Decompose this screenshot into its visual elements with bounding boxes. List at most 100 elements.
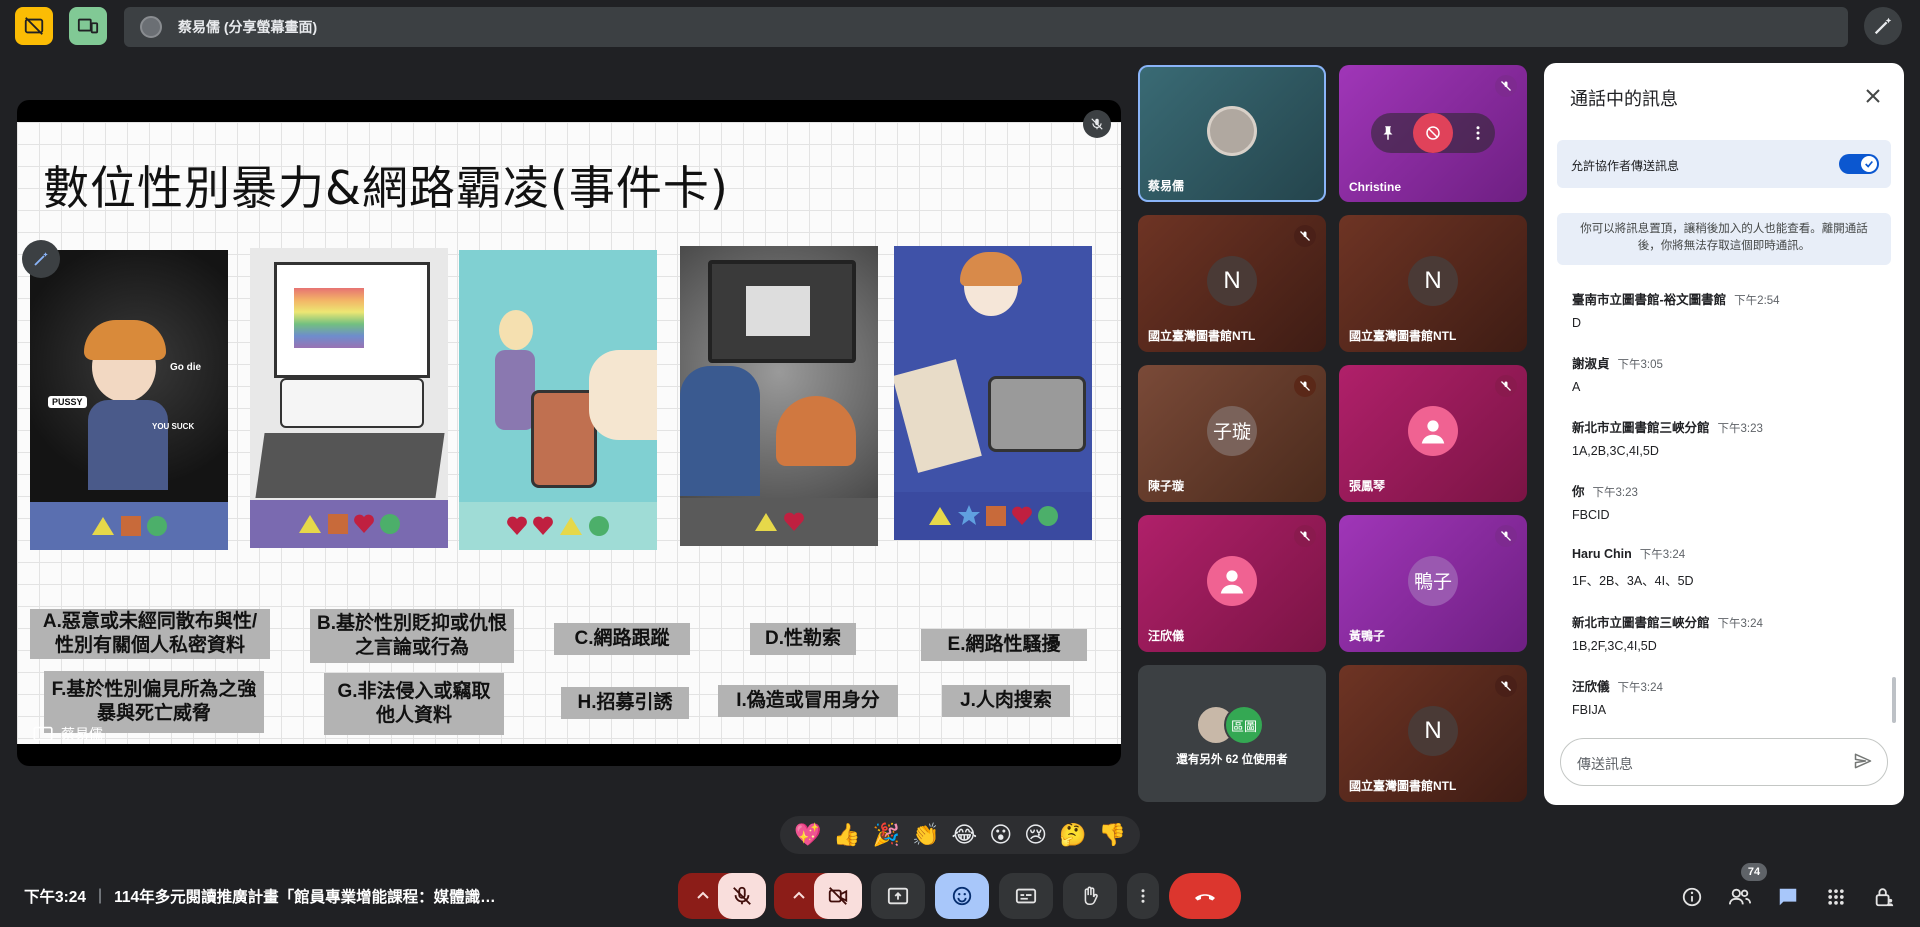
leave-call-button[interactable]: [1169, 873, 1241, 919]
chat-message: 謝淑貞 下午3:05 A: [1572, 353, 1882, 394]
label-e: E.網路性騷擾: [921, 629, 1087, 661]
label-c: C.網路跟蹤: [554, 623, 690, 655]
participant-count-badge: 74: [1741, 863, 1767, 881]
activities-button[interactable]: [1821, 882, 1851, 912]
tile-self[interactable]: 蔡易儒: [1138, 65, 1326, 202]
tile-duck[interactable]: 鴨子 黃鴨子: [1339, 515, 1527, 652]
mic-off-icon: [1495, 75, 1517, 97]
slide: 數位性別暴力&網路霸凌(事件卡) Go die PUSSY YOU SUCK A…: [17, 122, 1121, 744]
label-i: I.偽造或冒用身分: [718, 685, 898, 717]
label-j: J.人肉搜索: [942, 685, 1070, 717]
tile-name: 張鳳琴: [1349, 479, 1386, 493]
message-time: 下午3:05: [1617, 359, 1663, 371]
layout-button[interactable]: [69, 7, 107, 45]
meeting-details-button[interactable]: [1677, 882, 1707, 912]
message-sender: 新北市立圖書館三峽分館: [1572, 421, 1710, 435]
label-a: A.惡意或未經同散布與性/性別有關個人私密資料: [30, 609, 270, 659]
hide-self-view-button[interactable]: [15, 7, 53, 45]
tile-ntl-1[interactable]: N 國立臺灣圖書館NTL: [1138, 215, 1326, 352]
emoji-icon: [952, 886, 972, 906]
tile-christine[interactable]: Christine: [1339, 65, 1527, 202]
reaction-thumbs-up[interactable]: 👍: [833, 824, 860, 846]
hand-icon: [1084, 886, 1098, 906]
host-controls-button[interactable]: [1869, 882, 1899, 912]
chat-icon: [1779, 888, 1797, 906]
tile-name: 國立臺灣圖書館NTL: [1148, 329, 1256, 343]
event-card-2: [250, 248, 448, 548]
tile-ntl-2[interactable]: N 國立臺灣圖書館NTL: [1339, 215, 1527, 352]
reaction-clapping[interactable]: 👏: [912, 824, 939, 846]
reactions-button[interactable]: [935, 873, 989, 919]
pin-icon[interactable]: [1379, 124, 1397, 142]
info-icon: [1682, 887, 1702, 907]
presenting-title: 蔡易儒 (分享螢幕畫面): [178, 19, 318, 35]
microphone-button[interactable]: [718, 873, 766, 919]
tile-ntl-3[interactable]: N 國立臺灣圖書館NTL: [1339, 665, 1527, 802]
apps-grid-icon: [1828, 889, 1844, 905]
mic-off-icon: [1294, 375, 1316, 397]
chevron-up-icon: [793, 891, 805, 899]
mic-off-icon: [1495, 675, 1517, 697]
close-chat-button[interactable]: [1860, 83, 1886, 109]
chat-info-notice: 你可以將訊息置頂，讓稍後加入的人也能查看。離開通話後，你將無法存取這個即時通訊。: [1557, 213, 1891, 265]
send-icon[interactable]: [1853, 751, 1873, 771]
reaction-sad[interactable]: 😢: [1024, 824, 1047, 846]
chat-message: 臺南市立圖書館-裕文圖書館 下午2:54 D: [1572, 289, 1882, 330]
remove-button[interactable]: [1413, 113, 1453, 153]
avatar: [1408, 405, 1458, 456]
lock-person-icon: [1875, 888, 1894, 907]
call-end-icon: [1195, 894, 1215, 901]
tile-chen[interactable]: 子璇 陳子璇: [1138, 365, 1326, 502]
reaction-surprised[interactable]: 😮: [989, 824, 1012, 846]
message-sender: Haru Chin: [1572, 547, 1632, 561]
chat-input[interactable]: 傳送訊息: [1560, 738, 1888, 786]
no-picture-icon: [24, 17, 44, 35]
chat-message: 新北市立圖書館三峽分館 下午3:24 1B,2F,3C,4I,5D: [1572, 612, 1882, 653]
tile-more-participants[interactable]: 區圖 還有另外 62 位使用者: [1138, 665, 1326, 802]
present-to-all-icon: [887, 887, 909, 905]
mute-icon: [1426, 126, 1440, 140]
reaction-party-popper[interactable]: 🎉: [873, 824, 900, 846]
chat-message: 你下午3:23 FBCID: [1572, 481, 1882, 522]
tile-name: 國立臺灣圖書館NTL: [1349, 779, 1457, 793]
more-options-button[interactable]: [1127, 873, 1159, 919]
annotate-button[interactable]: [1864, 7, 1902, 45]
raise-hand-button[interactable]: [1063, 873, 1117, 919]
people-button[interactable]: [1725, 882, 1755, 912]
message-time: 下午3:24: [1617, 682, 1663, 694]
reaction-thinking[interactable]: 🤔: [1059, 824, 1086, 846]
chat-scrollbar[interactable]: [1892, 677, 1896, 723]
reaction-thumbs-down[interactable]: 👎: [1098, 824, 1125, 846]
label-d: D.性勒索: [750, 623, 856, 655]
person-icon: [1421, 419, 1445, 443]
more-vert-icon[interactable]: [1469, 124, 1487, 142]
message-text: 1A,2B,3C,4I,5D: [1572, 444, 1659, 458]
camera-button[interactable]: [814, 873, 862, 919]
pen-sparkle-icon: [1874, 17, 1892, 35]
card-text-go-die: Go die: [170, 362, 202, 373]
tile-zhang[interactable]: 張鳳琴: [1339, 365, 1527, 502]
message-time: 下午3:24: [1717, 618, 1763, 630]
chat-message: 汪欣儀 下午3:24 FBIJA: [1572, 676, 1882, 717]
avatar: 子璇: [1207, 405, 1257, 456]
message-time: 下午3:24: [1639, 549, 1686, 561]
captions-button[interactable]: [999, 873, 1053, 919]
chat-panel: 通話中的訊息 允許協作者傳送訊息 你可以將訊息置頂，讓稍後加入的人也能查看。離開…: [1544, 63, 1904, 805]
reaction-laughing[interactable]: 😂: [952, 824, 978, 846]
annotate-float-button[interactable]: [22, 240, 60, 278]
tile-name: 陳子璇: [1148, 479, 1185, 493]
present-button[interactable]: [871, 873, 925, 919]
message-sender: 謝淑貞: [1572, 357, 1610, 371]
meeting-title: 114年多元閱讀推廣計畫「館員專業增能課程：媒體識…: [114, 889, 496, 906]
reaction-sparkling-heart[interactable]: 💖: [794, 824, 821, 846]
avatar: [1207, 105, 1257, 156]
chat-button[interactable]: [1773, 882, 1803, 912]
present-icon: [33, 726, 53, 741]
tile-wang[interactable]: 汪欣儀: [1138, 515, 1326, 652]
card-text-pussy: PUSSY: [48, 396, 87, 408]
tile-hover-controls: [1371, 113, 1495, 153]
presentation-mic-off-indicator: [1083, 110, 1111, 138]
allow-messages-toggle[interactable]: [1839, 154, 1879, 174]
more-participants-label: 還有另外 62 位使用者: [1176, 754, 1288, 766]
chevron-up-icon: [697, 891, 709, 899]
